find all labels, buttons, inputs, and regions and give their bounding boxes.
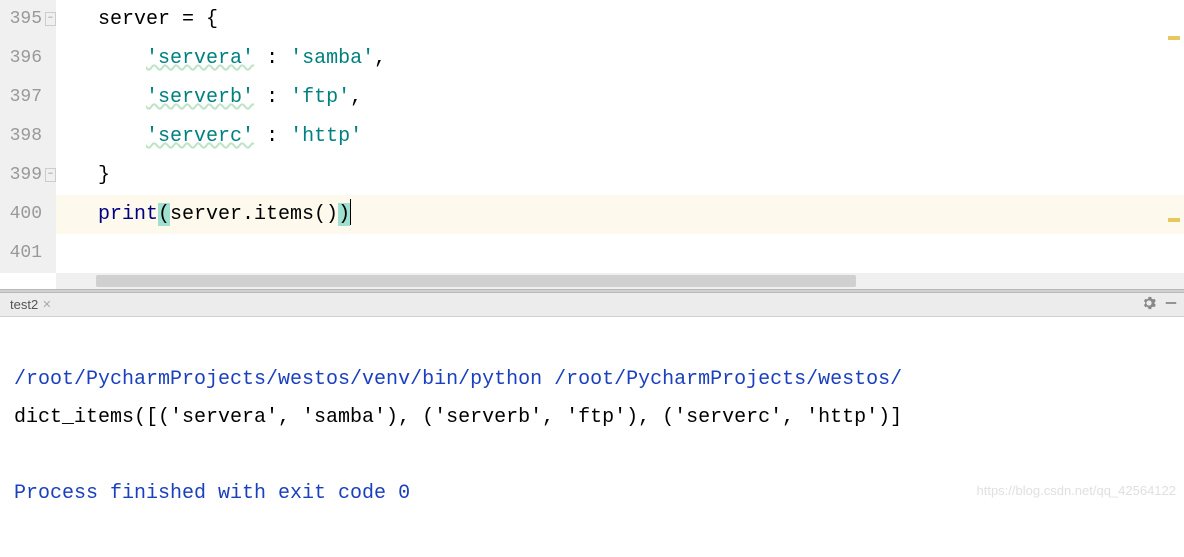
- line-number: 397: [4, 78, 42, 117]
- code-line[interactable]: [56, 234, 1184, 273]
- tool-window-actions: [1142, 296, 1178, 313]
- console-command-line: /root/PycharmProjects/westos/venv/bin/py…: [14, 361, 1170, 399]
- tab-label: test2: [10, 297, 38, 312]
- code-line[interactable]: 'servera' : 'samba',: [56, 39, 1184, 78]
- scrollbar-thumb[interactable]: [96, 275, 856, 287]
- tool-window-tabbar: test2 ✕: [0, 293, 1184, 317]
- code-line[interactable]: −server = {: [56, 0, 1184, 39]
- hide-icon[interactable]: [1164, 296, 1178, 313]
- line-number: 398: [4, 117, 42, 156]
- gutter: 395 396 397 398 399 400 401: [0, 0, 56, 273]
- code-line-active[interactable]: print(server.items()): [56, 195, 1184, 234]
- watermark: https://blog.csdn.net/qq_42564122: [977, 483, 1177, 498]
- gear-icon[interactable]: [1142, 296, 1156, 313]
- fold-end-icon[interactable]: −: [45, 168, 56, 182]
- line-number: 400: [4, 195, 42, 234]
- line-number: 396: [4, 39, 42, 78]
- line-number: 399: [4, 156, 42, 195]
- line-number: 395: [4, 0, 42, 39]
- fold-start-icon[interactable]: −: [45, 12, 56, 26]
- horizontal-scrollbar[interactable]: [56, 273, 1184, 289]
- console-output-line: dict_items([('servera', 'samba'), ('serv…: [14, 399, 1170, 437]
- console-output[interactable]: /root/PycharmProjects/westos/venv/bin/py…: [0, 317, 1184, 557]
- line-number: 401: [4, 234, 42, 273]
- close-icon[interactable]: ✕: [42, 298, 51, 311]
- console-tab[interactable]: test2 ✕: [6, 295, 55, 314]
- code-line[interactable]: 'serverc' : 'http': [56, 117, 1184, 156]
- code-line[interactable]: −}: [56, 156, 1184, 195]
- warning-marker-icon[interactable]: [1168, 36, 1180, 40]
- caret-icon: [350, 199, 351, 225]
- code-area[interactable]: −server = { 'servera' : 'samba', 'server…: [56, 0, 1184, 273]
- warning-marker-icon[interactable]: [1168, 218, 1180, 222]
- editor-area: 395 396 397 398 399 400 401 −server = { …: [0, 0, 1184, 273]
- code-line[interactable]: 'serverb' : 'ftp',: [56, 78, 1184, 117]
